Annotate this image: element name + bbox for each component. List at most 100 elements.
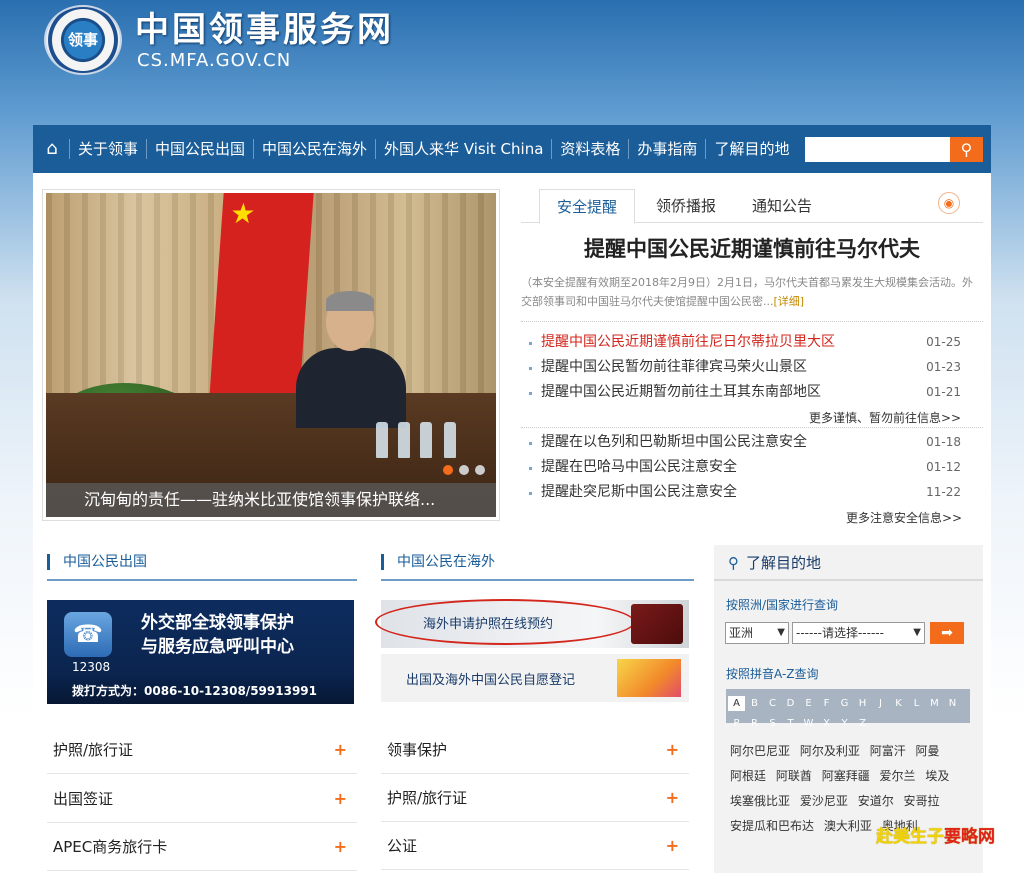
country-link[interactable]: 安道尔 xyxy=(858,794,894,808)
country-link[interactable]: 安提瓜和巴布达 xyxy=(730,819,814,833)
letter-link[interactable]: B xyxy=(746,696,763,711)
list-item-passport[interactable]: 护照/旅行证 + xyxy=(47,726,357,774)
nav-item-guide[interactable]: 办事指南 xyxy=(628,139,705,159)
letter-link[interactable]: H xyxy=(854,696,871,711)
arrow-right-icon[interactable]: ➡ xyxy=(930,622,964,644)
nav-item-destination[interactable]: 了解目的地 xyxy=(705,139,797,159)
search-icon[interactable]: ⚲ xyxy=(950,137,983,162)
list-item-passport[interactable]: 护照/旅行证 + xyxy=(381,774,689,822)
more-safety-link[interactable]: 更多注意安全信息>> xyxy=(846,509,962,526)
list-item[interactable]: 提醒中国公民近期谨慎前往尼日尔蒂拉贝里大区 01-25 xyxy=(521,330,983,355)
letter-link[interactable]: G xyxy=(836,696,853,711)
letter-link[interactable]: S xyxy=(764,716,781,731)
slide-caption[interactable]: 沉甸甸的责任——驻纳米比亚使馆领事保护联络... xyxy=(46,483,496,517)
search-input[interactable] xyxy=(805,137,950,162)
letter-link[interactable]: Y xyxy=(836,716,853,731)
letter-link[interactable]: E xyxy=(800,696,817,711)
notice-date: 11-22 xyxy=(926,485,961,499)
watermark-part1: 赴美生子 xyxy=(876,827,944,847)
list-item-visa[interactable]: 出国签证 + xyxy=(47,775,357,823)
tab-safety-alert[interactable]: 安全提醒 xyxy=(539,189,635,224)
tab-announcements[interactable]: 通知公告 xyxy=(737,189,827,223)
continent-select[interactable]: 亚洲 ▼ xyxy=(725,622,789,644)
summary-more-link[interactable]: [详细] xyxy=(774,295,805,308)
country-link[interactable]: 阿尔及利亚 xyxy=(800,744,860,758)
hotline-number: 12308 xyxy=(72,660,111,674)
notice-date: 01-18 xyxy=(926,435,961,449)
nav-item-outbound[interactable]: 中国公民出国 xyxy=(146,139,253,159)
letter-link[interactable]: L xyxy=(908,696,925,711)
country-link[interactable]: 澳大利亚 xyxy=(824,819,872,833)
family-illustration-icon xyxy=(617,659,681,697)
nav-item-overseas[interactable]: 中国公民在海外 xyxy=(253,139,375,159)
slide-dot[interactable] xyxy=(443,465,453,475)
country-link[interactable]: 阿曼 xyxy=(916,744,940,758)
plus-icon[interactable]: + xyxy=(666,822,679,870)
letter-link[interactable]: C xyxy=(764,696,781,711)
list-item[interactable]: 提醒在巴哈马中国公民注意安全 01-12 xyxy=(521,455,983,480)
nav-item-forms[interactable]: 资料表格 xyxy=(551,139,628,159)
country-link[interactable]: 埃塞俄比亚 xyxy=(730,794,790,808)
slide-dot[interactable] xyxy=(475,465,485,475)
letter-link[interactable]: Z xyxy=(854,716,871,731)
list-item[interactable]: 提醒中国公民近期暂勿前往土耳其东南部地区 01-21 xyxy=(521,380,983,405)
registration-banner[interactable]: 出国及海外中国公民自愿登记 xyxy=(381,654,689,702)
watermark-part2: 要略网 xyxy=(944,827,995,847)
letter-link[interactable]: T xyxy=(782,716,799,731)
passport-appointment-banner[interactable]: 海外申请护照在线预约 xyxy=(375,599,689,648)
notice-title: 提醒在巴哈马中国公民注意安全 xyxy=(541,459,737,475)
tab-consular-news[interactable]: 领侨播报 xyxy=(641,189,731,223)
slide-dot[interactable] xyxy=(459,465,469,475)
consular-logo[interactable]: 领事 xyxy=(44,5,122,75)
country-link[interactable]: 埃及 xyxy=(925,769,949,783)
list-item[interactable]: 提醒赴突尼斯中国公民注意安全 11-22 xyxy=(521,480,983,505)
list-item-consular-protection[interactable]: 领事保护 + xyxy=(381,726,689,774)
letter-link[interactable]: N xyxy=(944,696,961,711)
letter-link[interactable]: J xyxy=(872,696,889,711)
notice-title: 提醒中国公民近期暂勿前往土耳其东南部地区 xyxy=(541,384,821,400)
letter-link[interactable]: M xyxy=(926,696,943,711)
list-item[interactable]: 提醒中国公民暂勿前往菲律宾马荣火山景区 01-23 xyxy=(521,355,983,380)
section-title-overseas[interactable]: 中国公民在海外 xyxy=(381,550,495,574)
news-slideshow[interactable]: 沉甸甸的责任——驻纳米比亚使馆领事保护联络... xyxy=(42,189,500,521)
rss-icon[interactable]: ◉ xyxy=(938,192,960,214)
banner-text: 出国及海外中国公民自愿登记 xyxy=(406,673,576,688)
letter-link[interactable]: X xyxy=(818,716,835,731)
country-link[interactable]: 爱沙尼亚 xyxy=(800,794,848,808)
notice-headline[interactable]: 提醒中国公民近期谨慎前往马尔代夫 xyxy=(521,233,983,263)
country-link[interactable]: 阿富汗 xyxy=(870,744,906,758)
country-link[interactable]: 阿塞拜疆 xyxy=(822,769,870,783)
letter-link[interactable]: F xyxy=(818,696,835,711)
notice-date: 01-25 xyxy=(926,335,961,349)
plus-icon[interactable]: + xyxy=(334,726,347,774)
country-link[interactable]: 爱尔兰 xyxy=(880,769,916,783)
plus-icon[interactable]: + xyxy=(666,726,679,774)
slide-dots[interactable] xyxy=(443,465,485,475)
destination-title[interactable]: 了解目的地 xyxy=(746,554,821,572)
letter-link[interactable]: W xyxy=(800,716,817,731)
nav-item-about[interactable]: 关于领事 xyxy=(69,139,146,159)
plus-icon[interactable]: + xyxy=(666,774,679,822)
letter-link[interactable]: K xyxy=(890,696,907,711)
hotline-banner[interactable]: ☎ 外交部全球领事保护 与服务应急呼叫中心 12308 拨打方式为：0086-1… xyxy=(47,600,354,704)
section-title-outbound[interactable]: 中国公民出国 xyxy=(47,550,147,574)
country-link[interactable]: 阿尔巴尼亚 xyxy=(730,744,790,758)
more-caution-link[interactable]: 更多谨慎、暂勿前往信息>> xyxy=(809,409,961,426)
list-item-apec[interactable]: APEC商务旅行卡 + xyxy=(47,823,357,871)
country-link[interactable]: 阿根廷 xyxy=(730,769,766,783)
country-select[interactable]: ------请选择------ ▼ xyxy=(792,622,925,644)
plus-icon[interactable]: + xyxy=(334,823,347,871)
letter-link[interactable]: D xyxy=(782,696,799,711)
list-item-notary[interactable]: 公证 + xyxy=(381,822,689,870)
slide-photo[interactable]: 沉甸甸的责任——驻纳米比亚使馆领事保护联络... xyxy=(46,193,496,517)
site-title[interactable]: 中国领事服务网 xyxy=(135,2,394,51)
letter-link[interactable]: A xyxy=(728,696,745,711)
home-icon[interactable]: ⌂ xyxy=(41,138,63,160)
country-link[interactable]: 阿联酋 xyxy=(776,769,812,783)
letter-link[interactable]: P xyxy=(728,716,745,731)
country-link[interactable]: 安哥拉 xyxy=(904,794,940,808)
nav-item-visit-china[interactable]: 外国人来华 Visit China xyxy=(375,139,551,159)
letter-link[interactable]: R xyxy=(746,716,763,731)
list-item[interactable]: 提醒在以色列和巴勒斯坦中国公民注意安全 01-18 xyxy=(521,430,983,455)
plus-icon[interactable]: + xyxy=(334,775,347,823)
